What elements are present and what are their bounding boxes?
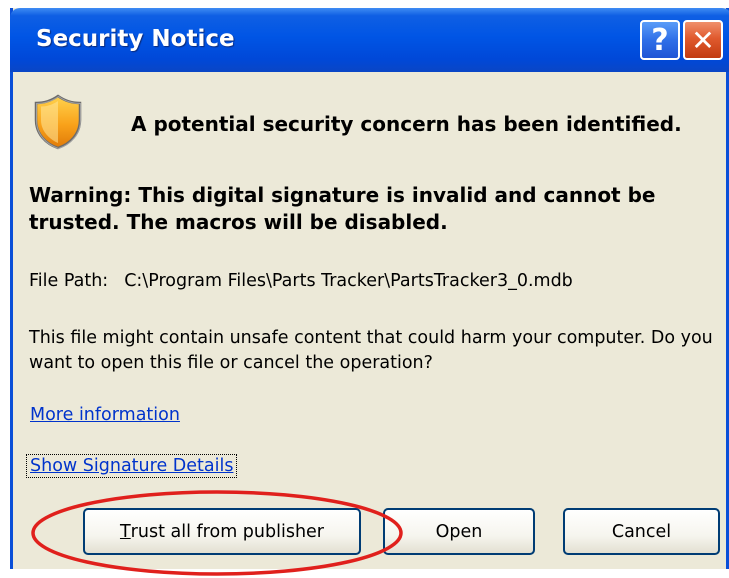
file-path-row: File Path: C:\Program Files\Parts Tracker…: [29, 271, 573, 291]
open-button[interactable]: Open: [383, 508, 535, 555]
dialog-title: Security Notice: [36, 26, 235, 52]
help-button[interactable]: ?: [640, 20, 680, 60]
close-icon: ✕: [691, 23, 715, 57]
file-path-value: C:\Program Files\Parts Tracker\PartsTrac…: [124, 271, 573, 291]
more-information-link[interactable]: More information: [30, 405, 180, 425]
security-heading: A potential security concern has been id…: [131, 112, 682, 136]
trust-all-from-publisher-button[interactable]: Trust all from publisher: [83, 508, 361, 555]
security-shield-icon: [34, 94, 82, 150]
unsafe-content-description: This file might contain unsafe content t…: [29, 328, 713, 373]
open-button-label: Open: [435, 521, 483, 542]
trust-button-label: rust all from publisher: [130, 521, 325, 542]
help-icon: ?: [651, 22, 669, 58]
close-button[interactable]: ✕: [683, 20, 723, 60]
cancel-button[interactable]: Cancel: [563, 508, 720, 555]
file-path-label: File Path:: [29, 271, 109, 291]
title-bar[interactable]: Security Notice ? ✕: [10, 8, 729, 72]
cancel-button-label: Cancel: [611, 521, 672, 542]
signature-warning: Warning: This digital signature is inval…: [29, 183, 656, 234]
security-notice-dialog: Security Notice ? ✕ A potential security…: [10, 8, 729, 576]
trust-button-accelerator: T: [119, 521, 131, 542]
show-signature-details-link[interactable]: Show Signature Details: [25, 454, 238, 478]
